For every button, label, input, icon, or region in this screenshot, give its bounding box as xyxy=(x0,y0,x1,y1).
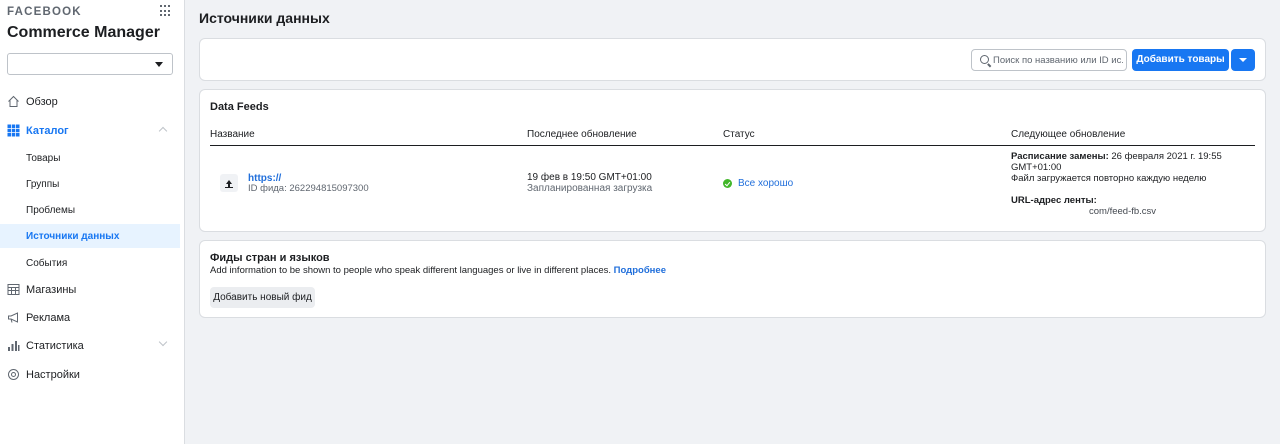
caret-down-icon xyxy=(1239,58,1247,62)
search-box[interactable] xyxy=(971,49,1127,71)
sidebar-item-products[interactable]: Товары xyxy=(0,146,180,170)
sidebar-item-label: Товары xyxy=(26,153,61,164)
nav-item-shops[interactable]: Магазины xyxy=(0,278,184,302)
column-header-status: Статус xyxy=(723,129,755,140)
column-header-next-update: Следующее обновление xyxy=(1011,129,1126,140)
apps-grid-icon[interactable] xyxy=(160,5,172,17)
status-badge[interactable]: Все хорошо xyxy=(738,178,793,189)
chevron-up-icon xyxy=(158,126,168,136)
sidebar-item-label: Источники данных xyxy=(26,231,120,242)
sidebar-item-data-sources[interactable]: Источники данных xyxy=(0,224,180,248)
sidebar-item-problems[interactable]: Проблемы xyxy=(0,198,180,222)
feed-id: ID фида: 262294815097300 xyxy=(248,183,369,194)
nav-label: Статистика xyxy=(26,340,84,352)
search-icon xyxy=(980,55,989,64)
account-select[interactable] xyxy=(7,53,173,75)
chevron-down-icon xyxy=(158,337,168,347)
sidebar-item-events[interactable]: События xyxy=(0,251,180,275)
nav-item-catalog[interactable]: Каталог xyxy=(0,119,184,143)
sidebar: FACEBOOK Commerce Manager Обзор Каталог … xyxy=(0,0,185,444)
toolbar-card: Добавить товары xyxy=(199,38,1266,81)
language-feeds-card: Фиды стран и языков Add information to b… xyxy=(199,240,1266,318)
check-circle-icon xyxy=(723,179,732,188)
gear-icon xyxy=(8,369,19,380)
sidebar-item-label: Группы xyxy=(26,179,60,190)
schedule-note: Файл загружается повторно каждую неделю xyxy=(1011,173,1207,184)
sidebar-item-label: События xyxy=(26,258,68,269)
sidebar-item-groups[interactable]: Группы xyxy=(0,172,180,196)
schedule-value: 26 февраля 2021 г. 19:55 xyxy=(1111,151,1222,162)
grid-icon xyxy=(7,124,20,137)
megaphone-icon xyxy=(8,312,18,323)
caret-down-icon xyxy=(155,62,163,67)
bar-chart-icon xyxy=(8,341,20,351)
last-update-type: Запланированная загрузка xyxy=(527,183,653,194)
app-title: Commerce Manager xyxy=(7,24,160,41)
upload-icon xyxy=(220,174,238,192)
home-icon xyxy=(8,95,19,107)
brand-label: FACEBOOK xyxy=(7,6,82,18)
nav-label: Обзор xyxy=(26,96,58,108)
nav-item-overview[interactable]: Обзор xyxy=(0,90,184,114)
add-products-dropdown-button[interactable] xyxy=(1231,49,1255,71)
last-update-time: 19 фев в 19:50 GMT+01:00 xyxy=(527,172,652,183)
language-feeds-title: Фиды стран и языков xyxy=(210,252,330,264)
data-feeds-card: Data Feeds Название Последнее обновление… xyxy=(199,89,1266,232)
learn-more-link[interactable]: Подробнее xyxy=(614,265,666,276)
feed-url-label: URL-адрес ленты: xyxy=(1011,195,1097,206)
feed-url-value: com/feed-fb.csv xyxy=(1089,206,1157,217)
shop-icon xyxy=(7,284,20,295)
schedule-line: Расписание замены: 26 февраля 2021 г. 19… xyxy=(1011,151,1222,162)
add-products-button[interactable]: Добавить товары xyxy=(1132,49,1229,71)
add-new-feed-button[interactable]: Добавить новый фид xyxy=(210,287,315,308)
nav-label: Магазины xyxy=(26,284,77,296)
nav-label: Каталог xyxy=(26,125,69,137)
data-feeds-title: Data Feeds xyxy=(210,101,269,113)
language-feeds-description-line: Add information to be shown to people wh… xyxy=(210,265,666,276)
page-title: Источники данных xyxy=(199,10,330,26)
schedule-value-tz: GMT+01:00 xyxy=(1011,162,1062,173)
language-feeds-description: Add information to be shown to people wh… xyxy=(210,265,612,276)
nav-item-ads[interactable]: Реклама xyxy=(0,306,184,330)
table-header-divider xyxy=(210,145,1255,146)
nav-label: Реклама xyxy=(26,312,71,324)
nav-item-stats[interactable]: Статистика xyxy=(0,334,184,358)
search-input[interactable] xyxy=(993,53,1123,67)
column-header-name: Название xyxy=(210,129,255,140)
sidebar-item-label: Проблемы xyxy=(26,205,76,216)
schedule-label: Расписание замены: xyxy=(1011,151,1109,162)
nav-label: Настройки xyxy=(26,369,80,381)
column-header-last-update: Последнее обновление xyxy=(527,129,637,140)
nav-item-settings[interactable]: Настройки xyxy=(0,363,184,387)
